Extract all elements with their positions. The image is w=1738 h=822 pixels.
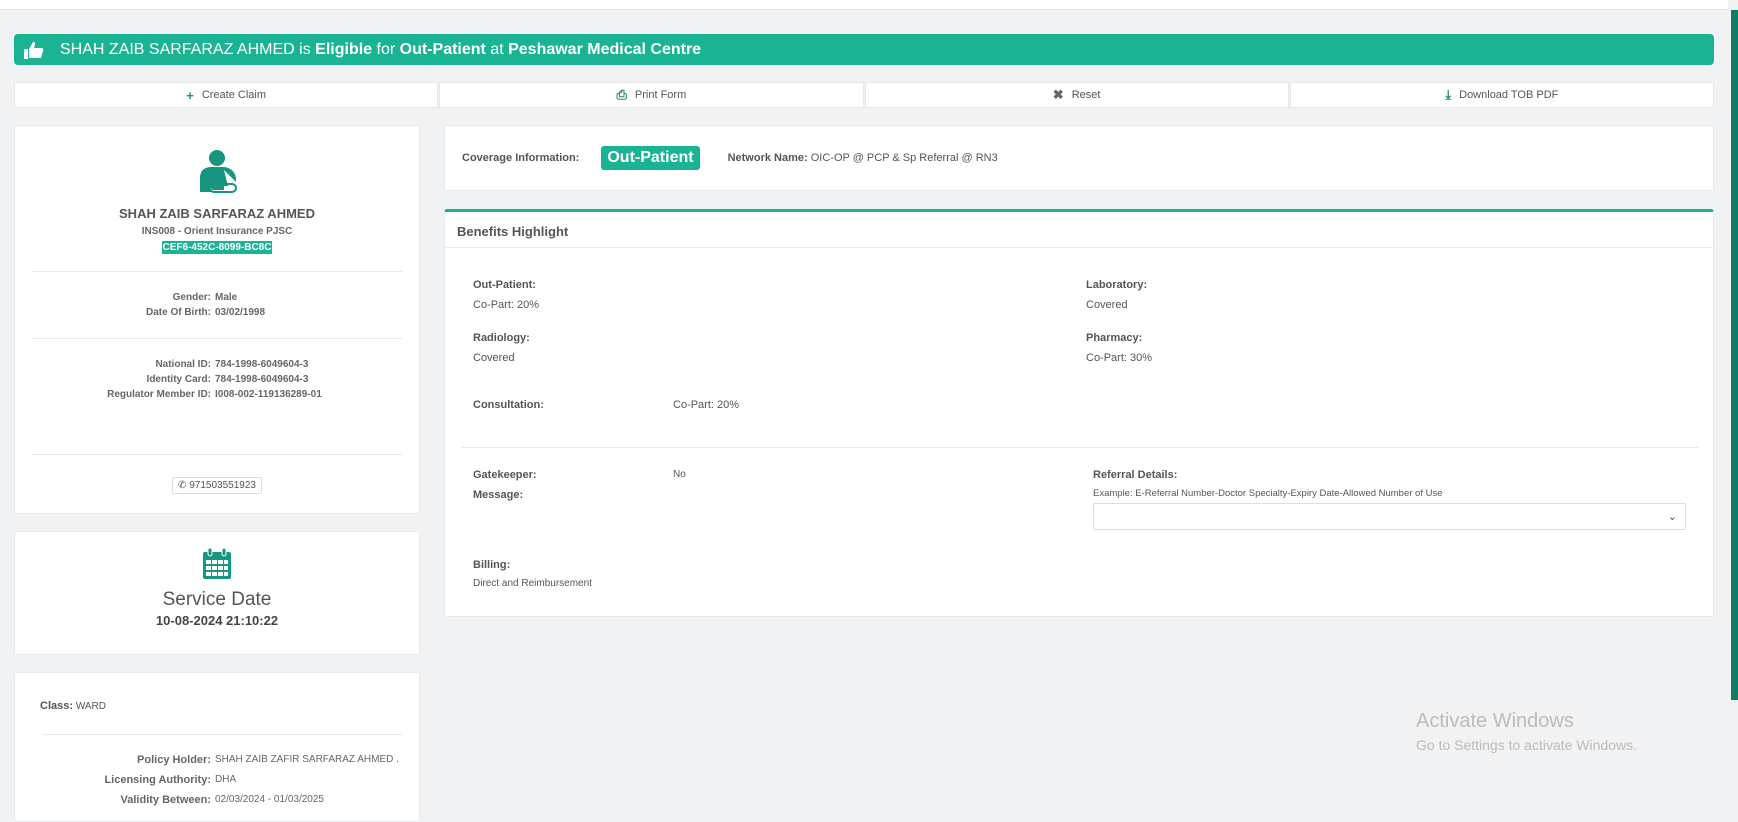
service-date-value: 10-08-2024 21:10:22	[155, 613, 279, 628]
phone-icon: ✆	[178, 480, 190, 491]
insurer: INS008 - Orient Insurance PJSC	[141, 226, 293, 237]
dob-row: Date Of Birth: 03/02/1998	[15, 305, 419, 320]
laboratory-value: Covered	[1086, 299, 1128, 311]
outpatient-label: Out-Patient:	[473, 279, 536, 291]
download-tob-pdf-button[interactable]: ⤓ Download TOB PDF	[1289, 82, 1714, 108]
member-name: SHAH ZAIB SARFARAZ AHMED	[60, 40, 295, 58]
identity-card-row: Identity Card: 784-1998-6049604-3	[15, 372, 419, 387]
validity-value: 02/03/2024 - 01/03/2025	[215, 794, 324, 805]
radiology-value: Covered	[473, 352, 515, 364]
radiology-label: Radiology:	[473, 332, 530, 344]
divider	[42, 734, 402, 735]
dob-value: 03/02/1998	[215, 307, 266, 318]
label: Licensing Authority:	[104, 774, 211, 786]
service-date-title: Service Date	[162, 589, 272, 610]
button-label: Download TOB PDF	[1459, 89, 1559, 101]
coverage-label: Coverage Information:	[462, 152, 580, 164]
benefits-card: Benefits Highlight Out-Patient: Co-Part:…	[444, 209, 1714, 617]
service-date-card: Service Date 10-08-2024 21:10:22	[14, 531, 420, 655]
scrollbar[interactable]	[1731, 10, 1738, 700]
network-label: Network Name:	[727, 152, 808, 164]
gatekeeper-value: No	[673, 469, 686, 480]
card-id: CEF6-452C-8099-BC8C	[161, 241, 273, 254]
gender-value: Male	[215, 292, 238, 303]
patient-icon	[198, 150, 240, 199]
text: is	[294, 40, 316, 58]
pharmacy-value: Co-Part: 30%	[1086, 352, 1153, 364]
member-card: SHAH ZAIB SARFARAZ AHMED INS008 - Orient…	[14, 125, 420, 514]
top-bar	[0, 0, 1728, 10]
policy-holder-row: Policy Holder: SHAH ZAIB ZAFIR SARFARAZ A…	[15, 750, 421, 770]
message-label: Message:	[473, 489, 524, 501]
button-label: Create Claim	[201, 89, 267, 101]
national-id-row: National ID: 784-1998-6049604-3	[15, 357, 419, 372]
laboratory-label: Laboratory:	[1086, 279, 1148, 291]
label: Policy Holder:	[137, 754, 211, 766]
coverage-type: Out-Patient	[399, 40, 486, 58]
print-icon: ⎙	[616, 87, 627, 102]
activate-windows-watermark: Activate Windows Go to Settings to activ…	[1416, 710, 1637, 753]
network-value: OIC-OP @ PCP & Sp Referral @ RN3	[810, 152, 998, 164]
print-form-button[interactable]: ⎙ Print Form	[439, 82, 864, 108]
facility-name: Peshawar Medical Centre	[508, 40, 702, 58]
divider	[32, 454, 402, 455]
national-id-value: 784-1998-6049604-3	[215, 359, 309, 370]
label: Class:	[40, 700, 74, 712]
coverage-badge: Out-Patient	[601, 146, 700, 170]
calendar-icon	[15, 547, 419, 585]
outpatient-value: Co-Part: 20%	[473, 299, 540, 311]
chevron-down-icon: ⌄	[1667, 511, 1677, 523]
watermark-subtitle: Go to Settings to activate Windows.	[1416, 737, 1637, 753]
licensing-authority-row: Licensing Authority: DHA	[15, 770, 421, 790]
authority-value: DHA	[215, 774, 237, 785]
regulator-id-value: I008-002-119136289-01	[215, 389, 322, 400]
identity-card-value: 784-1998-6049604-3	[215, 374, 309, 385]
label: National ID:	[155, 359, 211, 370]
label: Validity Between:	[120, 794, 211, 806]
button-label: Print Form	[634, 89, 687, 101]
label: Gender:	[172, 292, 211, 303]
gender-row: Gender: Male	[15, 290, 419, 305]
reset-button[interactable]: ✖ Reset	[864, 82, 1289, 108]
text: for	[372, 40, 400, 58]
download-icon: ⤓	[1445, 87, 1452, 102]
eligibility-banner: SHAH ZAIB SARFARAZ AHMED is Eligible for…	[14, 34, 1714, 65]
member-name: SHAH ZAIB SARFARAZ AHMED	[119, 206, 315, 221]
action-toolbar: + Create Claim ⎙ Print Form ✖ Reset ⤓ Downlo…	[14, 82, 1714, 108]
gatekeeper-label: Gatekeeper:	[473, 469, 537, 481]
label: Identity Card:	[146, 374, 211, 385]
benefits-title: Benefits Highlight	[445, 212, 1713, 248]
referral-label: Referral Details:	[1093, 469, 1178, 481]
text: at	[485, 40, 509, 58]
divider	[32, 338, 402, 339]
label: Date Of Birth:	[146, 307, 211, 318]
consultation-label: Consultation:	[473, 399, 544, 411]
policy-holder-value: SHAH ZAIB ZAFIR SARFARAZ AHMED .	[215, 754, 399, 765]
validity-row: Validity Between: 02/03/2024 - 01/03/2025	[15, 790, 421, 810]
referral-hint: Example: E-Referral Number-Doctor Specia…	[1093, 488, 1443, 499]
thumbs-up-icon	[24, 41, 46, 59]
label: Regulator Member ID:	[107, 389, 211, 400]
create-claim-button[interactable]: + Create Claim	[14, 82, 439, 108]
phone-number: 971503551923	[189, 480, 256, 491]
class-value: WARD	[75, 701, 106, 712]
billing-value: Direct and Reimbursement	[473, 578, 592, 589]
consultation-value: Co-Part: 20%	[673, 399, 740, 411]
class-row: Class: WARD	[40, 700, 106, 712]
button-label: Reset	[1071, 89, 1101, 101]
billing-label: Billing:	[473, 559, 511, 571]
eligibility-status: Eligible	[315, 40, 373, 58]
referral-select[interactable]: ⌄	[1093, 503, 1686, 530]
divider	[32, 271, 402, 272]
coverage-card: Coverage Information: Out-Patient Networ…	[444, 125, 1714, 191]
close-icon: ✖	[1052, 87, 1064, 102]
phone-badge[interactable]: ✆ 971503551923	[172, 477, 262, 494]
pharmacy-label: Pharmacy:	[1086, 332, 1143, 344]
divider	[462, 447, 1698, 448]
plus-icon: +	[186, 87, 194, 103]
regulator-id-row: Regulator Member ID: I008-002-119136289-0…	[15, 387, 419, 402]
policy-card: Class: WARD Policy Holder: SHAH ZAIB ZAFI…	[14, 672, 420, 822]
watermark-title: Activate Windows	[1416, 710, 1574, 732]
